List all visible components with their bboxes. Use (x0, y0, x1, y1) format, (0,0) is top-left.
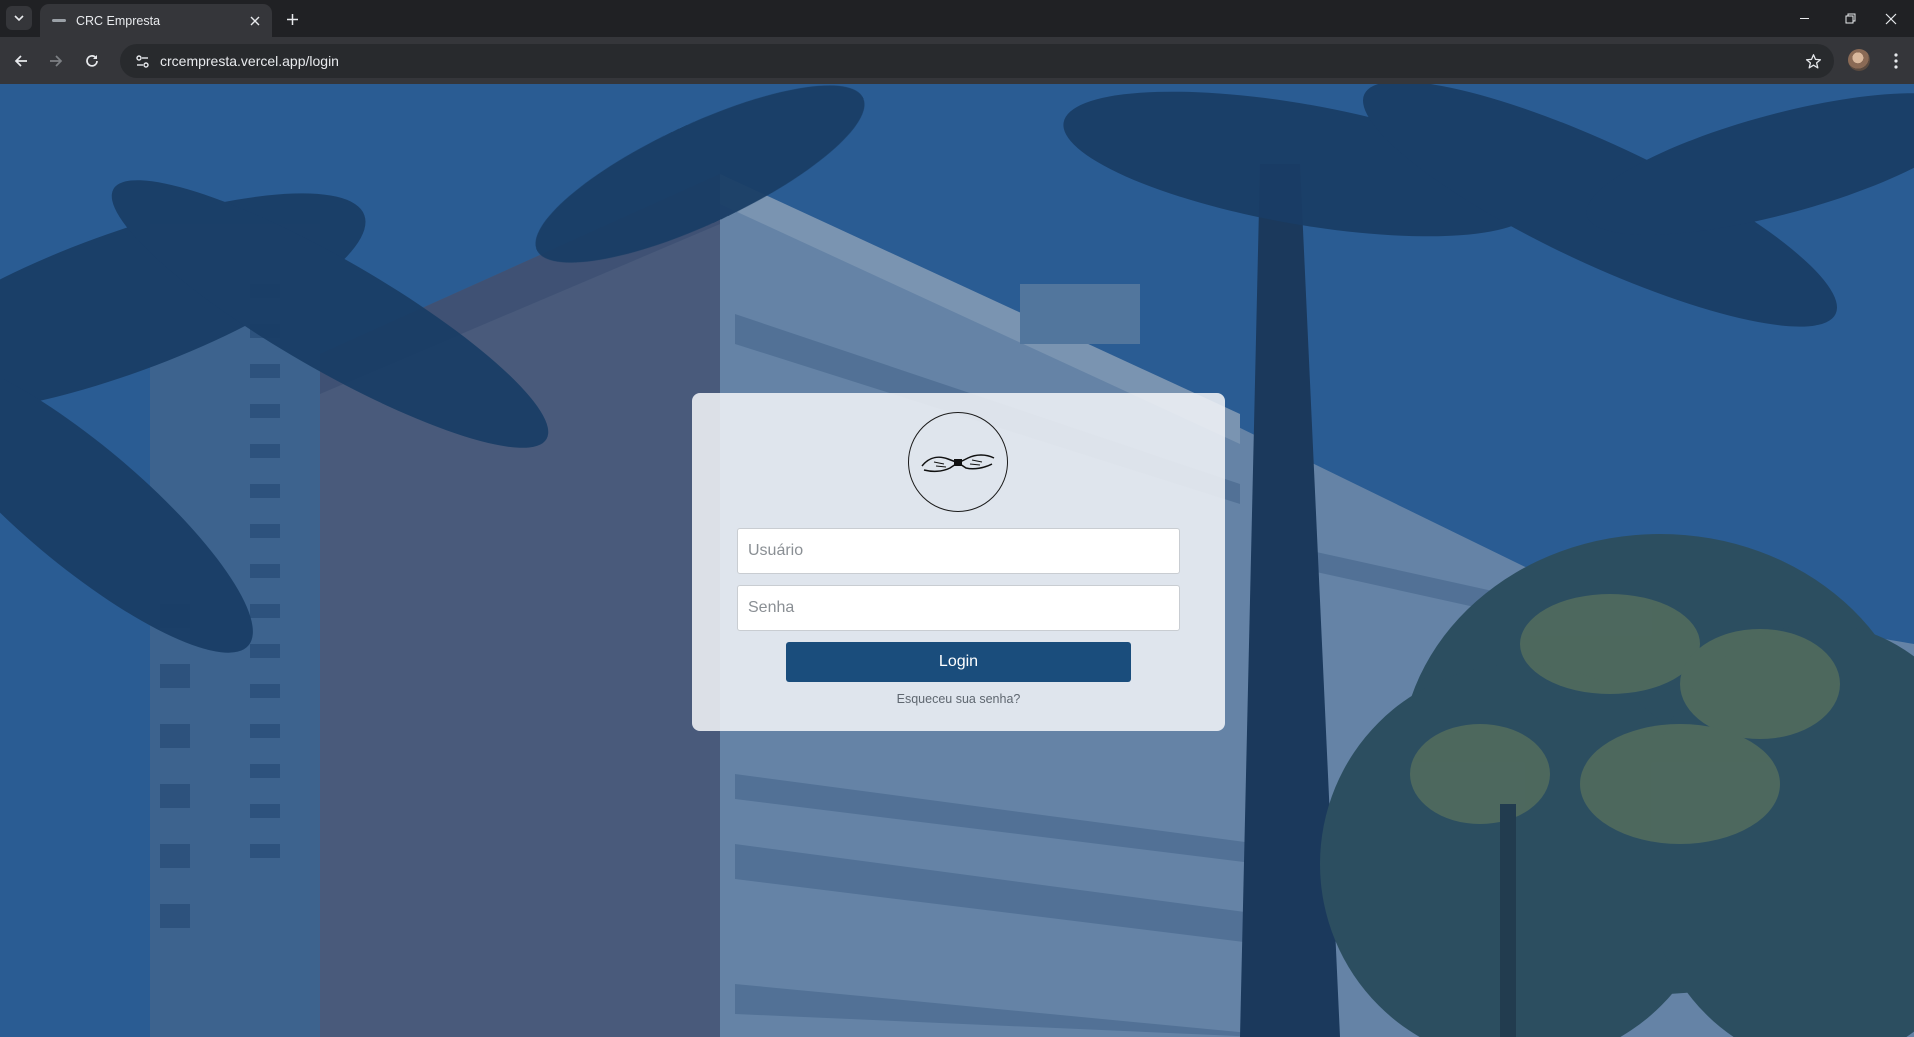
site-info-icon[interactable] (130, 49, 154, 73)
tab-search-icon[interactable] (6, 6, 32, 30)
tab-favicon-icon (52, 19, 66, 22)
tab-title: CRC Empresta (76, 13, 161, 28)
plus-icon[interactable] (280, 7, 304, 31)
minimize-icon[interactable] (1781, 0, 1827, 37)
back-arrow-icon[interactable] (7, 47, 35, 75)
password-input[interactable] (737, 585, 1180, 631)
close-icon[interactable] (246, 12, 264, 30)
login-card: Login Esqueceu sua senha? (692, 393, 1225, 731)
window-close-icon[interactable] (1868, 0, 1914, 37)
restore-icon[interactable] (1827, 0, 1873, 37)
reload-icon[interactable] (78, 47, 106, 75)
kebab-menu-icon[interactable] (1884, 47, 1908, 75)
forward-arrow-icon[interactable] (42, 47, 70, 75)
handshake-logo (908, 412, 1008, 512)
star-icon[interactable] (1798, 46, 1828, 76)
browser-toolbar: crcempresta.vercel.app/login (0, 37, 1914, 84)
url-text[interactable]: crcempresta.vercel.app/login (160, 53, 1798, 69)
username-input[interactable] (737, 528, 1180, 574)
address-bar[interactable]: crcempresta.vercel.app/login (120, 44, 1834, 78)
browser-tab[interactable]: CRC Empresta (40, 4, 272, 37)
login-button[interactable]: Login (786, 642, 1131, 682)
profile-avatar[interactable] (1848, 49, 1870, 71)
browser-tab-strip: CRC Empresta (0, 0, 1914, 37)
forgot-password-link[interactable]: Esqueceu sua senha? (692, 692, 1225, 706)
page-viewport: Login Esqueceu sua senha? (0, 84, 1914, 1037)
